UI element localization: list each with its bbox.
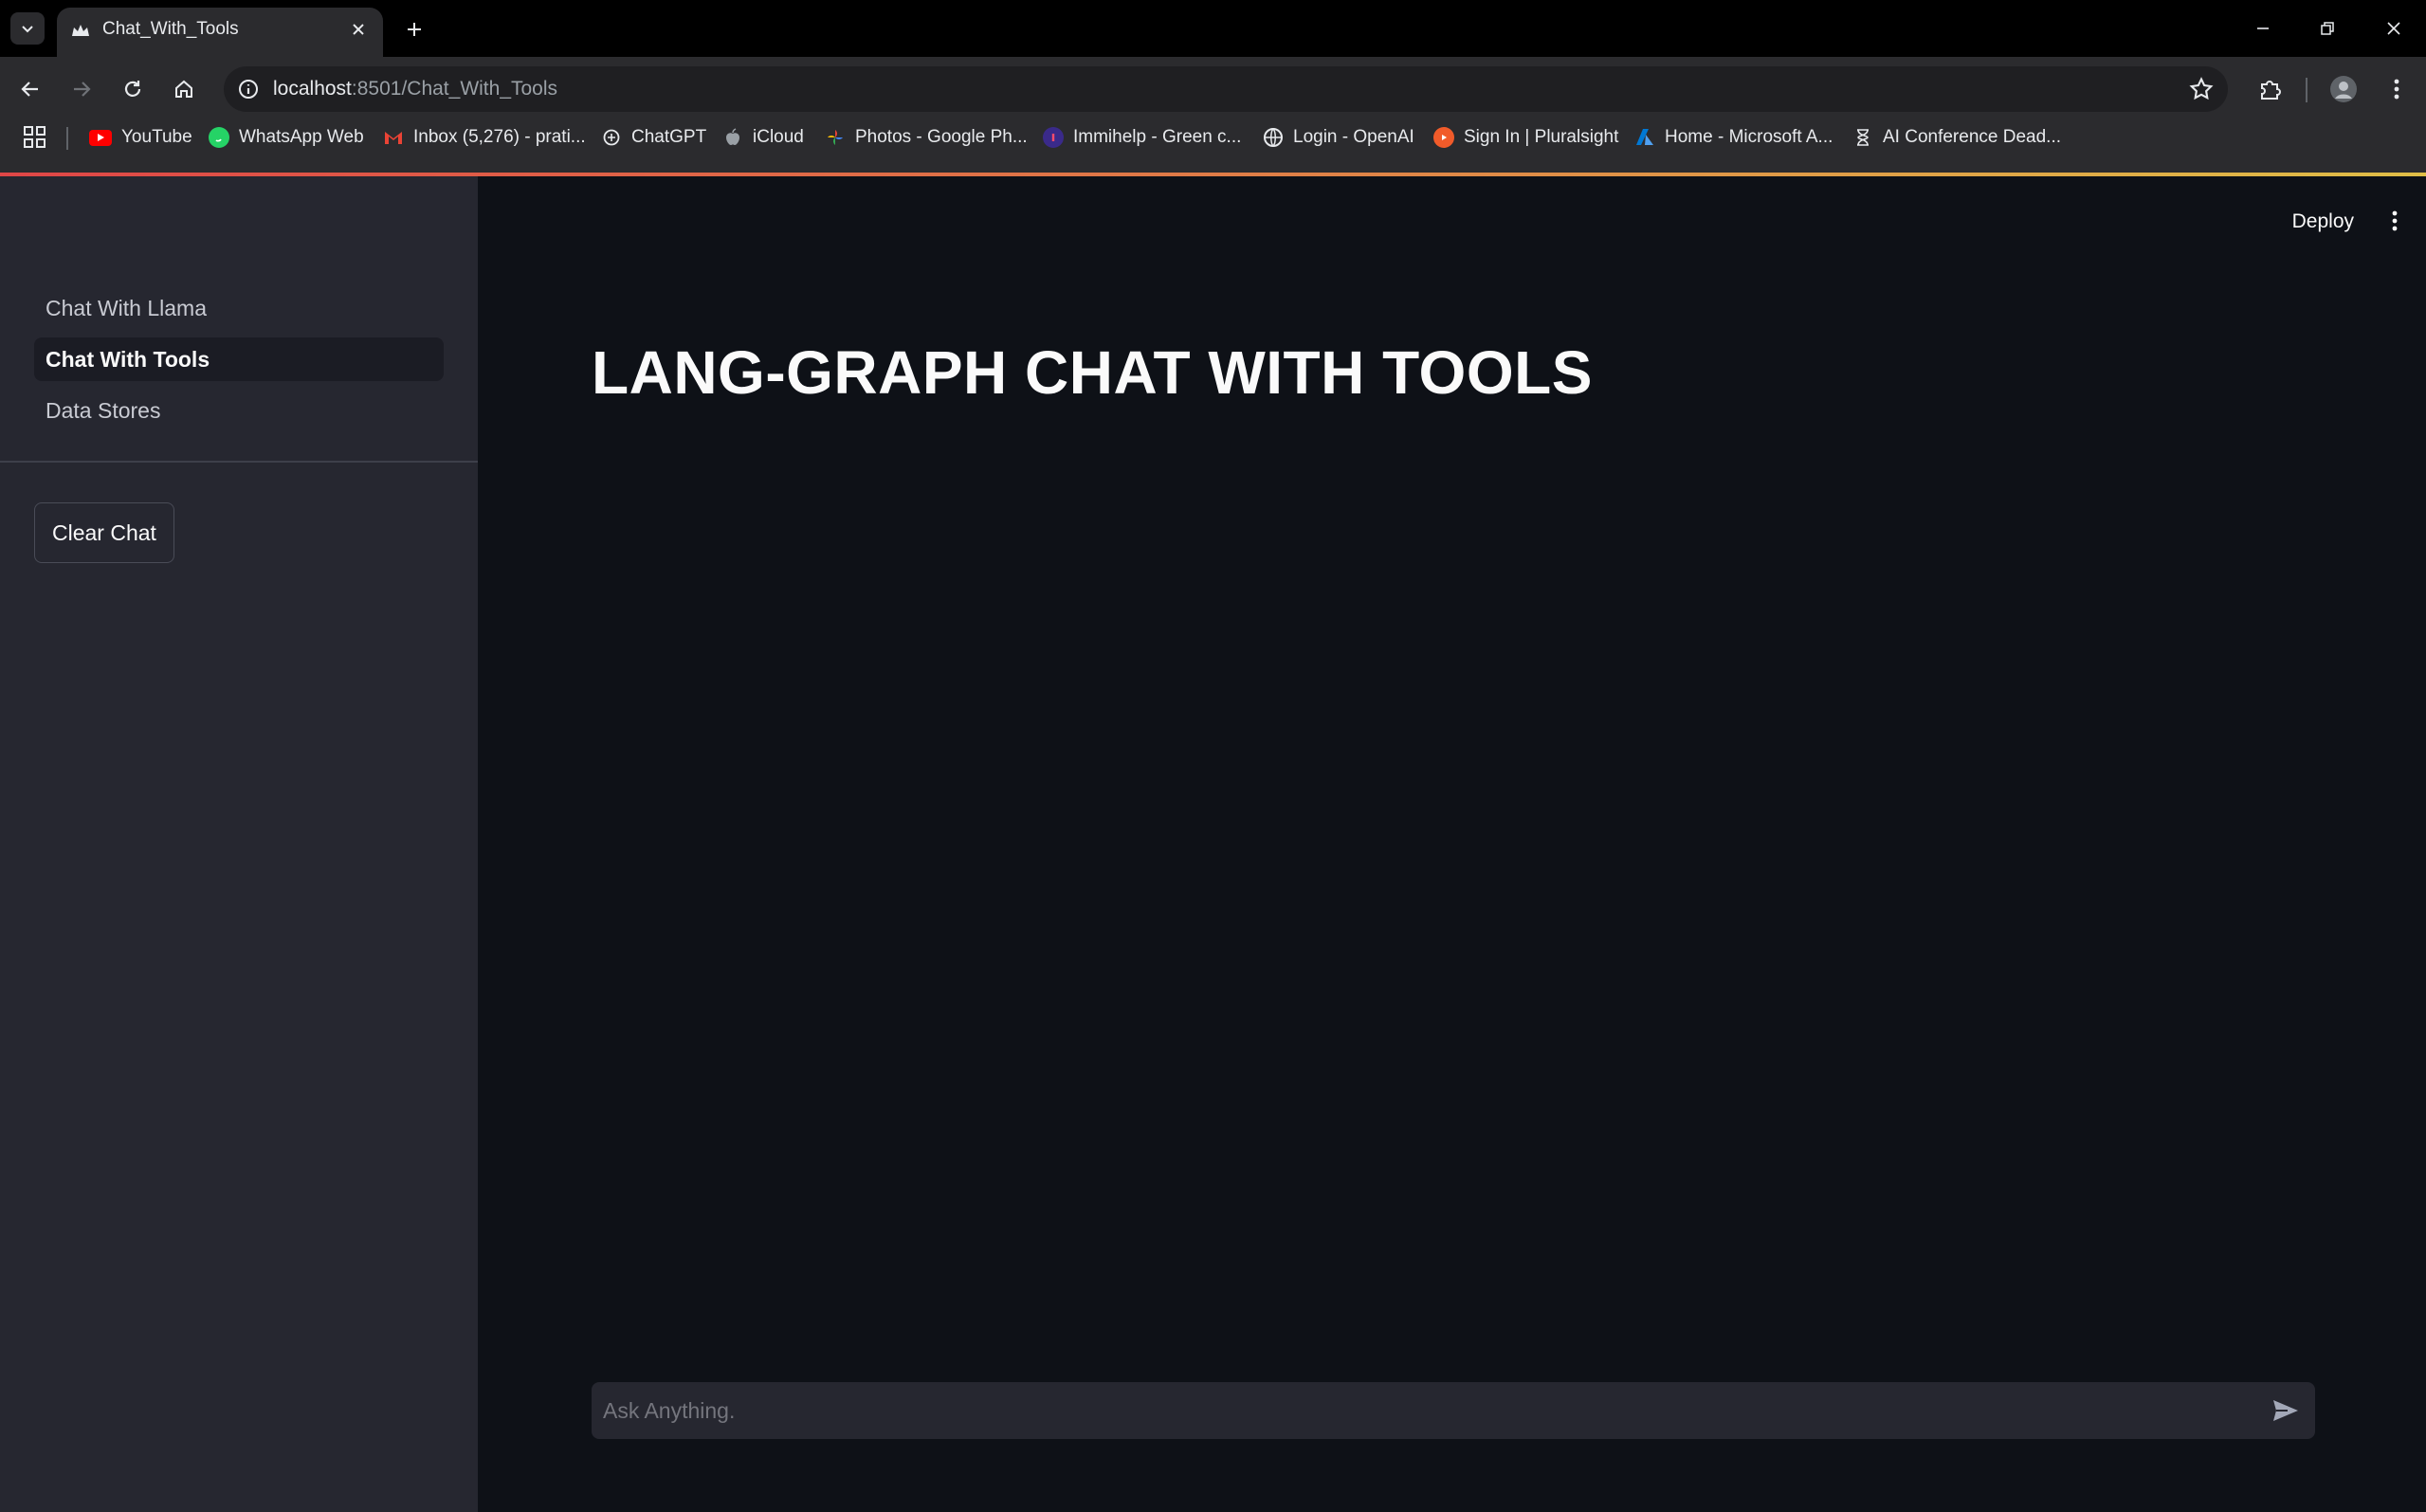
minimize-icon	[2257, 27, 2269, 29]
bookmark-ai-conference[interactable]: AI Conference Dead...	[1852, 121, 2061, 154]
minimize-window-button[interactable]	[2241, 9, 2285, 47]
extensions-button[interactable]	[2249, 66, 2290, 112]
apple-icon	[722, 127, 743, 148]
bookmark-microsoft-azure[interactable]: Home - Microsoft A...	[1634, 121, 1833, 154]
sidebar-item-chat-with-llama[interactable]: Chat With Llama	[34, 286, 444, 330]
restore-window-button[interactable]	[2306, 9, 2349, 47]
home-icon	[175, 80, 192, 98]
restore-icon	[2321, 22, 2334, 35]
arrow-right-icon	[74, 82, 91, 97]
chat-input[interactable]	[603, 1382, 2215, 1439]
home-button[interactable]	[163, 68, 205, 110]
bookmark-star-icon[interactable]	[2188, 76, 2215, 102]
chat-input-container	[592, 1382, 2315, 1439]
bookmark-chatgpt[interactable]: ChatGPT	[601, 121, 706, 154]
bookmark-label: AI Conference Dead...	[1883, 127, 2061, 147]
reload-icon	[124, 81, 141, 97]
bookmark-openai-login[interactable]: Login - OpenAI	[1263, 121, 1414, 154]
bookmark-icloud[interactable]: iCloud	[722, 121, 804, 154]
bookmark-label: YouTube	[121, 127, 192, 147]
bookmark-label: ChatGPT	[631, 127, 707, 147]
send-icon	[2273, 1400, 2298, 1421]
puzzle-icon	[2261, 81, 2281, 100]
browser-tab-active[interactable]: Chat_With_Tools	[57, 8, 383, 57]
bookmark-whatsapp[interactable]: WhatsApp Web	[209, 121, 364, 154]
bookmark-google-photos[interactable]: Photos - Google Ph...	[825, 121, 1028, 154]
bookmark-gmail[interactable]: Inbox (5,276) - prati...	[383, 121, 586, 154]
globe-icon	[1263, 127, 1284, 148]
url-host: localhost	[273, 78, 352, 100]
immihelp-icon	[1043, 127, 1064, 148]
gmail-icon	[383, 127, 404, 148]
main-content: Deploy LANG-GRAPH CHAT WITH TOOLS	[478, 176, 2426, 1512]
bookmark-label: Immihelp - Green c...	[1073, 127, 1242, 147]
new-tab-button[interactable]	[398, 13, 430, 46]
google-photos-icon	[825, 127, 846, 148]
toolbar-separator	[2306, 78, 2307, 102]
bookmarks-separator	[66, 127, 68, 150]
sidebar-item-label: Chat With Tools	[46, 346, 210, 372]
avatar	[2330, 76, 2357, 102]
url-path: :8501/Chat_With_Tools	[351, 78, 558, 100]
vertical-dots-icon	[2392, 210, 2398, 231]
bookmark-label: Home - Microsoft A...	[1665, 127, 1833, 147]
arrow-left-icon	[21, 82, 38, 97]
send-button[interactable]	[2270, 1395, 2302, 1426]
bookmark-label: Sign In | Pluralsight	[1464, 127, 1619, 147]
clear-chat-button[interactable]: Clear Chat	[34, 502, 174, 563]
bookmark-youtube[interactable]: YouTube	[89, 121, 192, 154]
sidebar: Chat With Llama Chat With Tools Data Sto…	[0, 176, 478, 1512]
close-window-button[interactable]	[2372, 9, 2416, 47]
youtube-icon	[89, 129, 112, 146]
close-tab-icon[interactable]	[345, 16, 372, 43]
page-title: LANG-GRAPH CHAT WITH TOOLS	[592, 338, 1593, 407]
bookmark-label: Login - OpenAI	[1293, 127, 1414, 147]
sidebar-divider	[0, 461, 478, 463]
azure-icon	[1634, 127, 1655, 148]
bookmark-label: WhatsApp Web	[239, 127, 364, 147]
hourglass-icon	[1852, 127, 1873, 148]
vertical-dots-icon	[2394, 79, 2399, 100]
sidebar-item-label: Chat With Llama	[46, 295, 208, 320]
bookmarks-bar: YouTube WhatsApp Web Inbox (5,276) - pra…	[0, 114, 2426, 161]
forward-button[interactable]	[61, 68, 102, 110]
profile-avatar-button[interactable]	[2323, 66, 2364, 112]
close-icon	[2387, 22, 2400, 35]
deploy-button[interactable]: Deploy	[2292, 210, 2354, 233]
address-bar[interactable]: localhost:8501/Chat_With_Tools	[224, 66, 2228, 112]
back-button[interactable]	[9, 68, 51, 110]
url-text: localhost:8501/Chat_With_Tools	[273, 78, 557, 100]
chevron-down-icon	[22, 26, 33, 33]
sidebar-item-label: Data Stores	[46, 397, 161, 423]
browser-menu-button[interactable]	[2376, 66, 2417, 112]
browser-tab-strip: Chat_With_Tools	[0, 0, 2426, 57]
pluralsight-icon	[1433, 127, 1454, 148]
reload-button[interactable]	[112, 68, 154, 110]
bookmark-label: Photos - Google Ph...	[855, 127, 1028, 147]
whatsapp-icon	[209, 127, 229, 148]
streamlit-crown-icon	[72, 25, 89, 36]
sidebar-item-chat-with-tools[interactable]: Chat With Tools	[34, 337, 444, 381]
chatgpt-icon	[601, 127, 622, 148]
info-icon[interactable]	[237, 78, 260, 100]
bookmark-immihelp[interactable]: Immihelp - Green c...	[1043, 121, 1241, 154]
tab-search-button[interactable]	[10, 12, 45, 45]
bookmark-pluralsight[interactable]: Sign In | Pluralsight	[1433, 121, 1618, 154]
browser-toolbar: localhost:8501/Chat_With_Tools YouTube W…	[0, 57, 2426, 178]
plus-icon	[408, 23, 421, 36]
sidebar-item-data-stores[interactable]: Data Stores	[34, 389, 444, 432]
tab-title: Chat_With_Tools	[102, 19, 239, 39]
bookmark-label: Inbox (5,276) - prati...	[413, 127, 586, 147]
apps-grid-icon[interactable]	[23, 125, 47, 150]
app-menu-button[interactable]	[2380, 207, 2409, 235]
bookmark-label: iCloud	[753, 127, 804, 147]
